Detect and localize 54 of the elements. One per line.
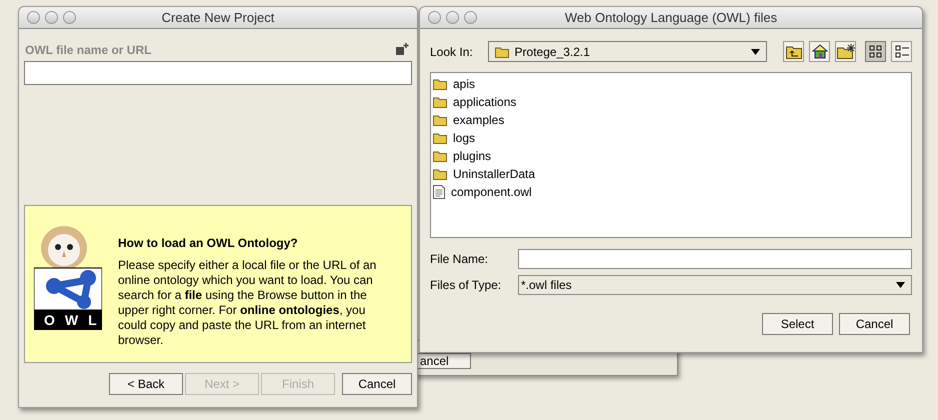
toolbar-button[interactable] <box>891 41 912 62</box>
details-view-icon <box>894 44 908 58</box>
folder-icon <box>494 46 509 58</box>
new-folder-icon <box>836 44 854 59</box>
window-control[interactable] <box>27 11 40 24</box>
url-field[interactable] <box>24 61 412 85</box>
help-heading: How to load an OWL Ontology? <box>118 235 299 252</box>
field-label: OWL file name or URL <box>25 42 152 59</box>
toolbar-button[interactable] <box>809 41 830 62</box>
file-name-field[interactable] <box>518 249 912 269</box>
file-item[interactable]: UninstallerData <box>433 165 911 183</box>
file-item[interactable]: apis <box>433 75 911 93</box>
partly-hidden-button[interactable]: ancel <box>417 353 471 369</box>
help-text: Please specify either a local file or the URL of an online ontology which you want to load. You can search for a file using the Browse button in the upper right corner. For online ontologies, you could copy and paste the URL from an internet browser. <box>118 258 378 348</box>
toolbar-button[interactable] <box>783 41 804 62</box>
document-icon <box>433 185 445 199</box>
file-item[interactable]: logs <box>433 129 911 147</box>
file-name-label: File Name: <box>430 251 490 268</box>
folder-icon <box>433 96 447 108</box>
window-control[interactable] <box>45 11 58 24</box>
file-item[interactable]: component.owl <box>433 183 911 201</box>
wizard-button[interactable]: Cancel <box>342 373 412 395</box>
folder-icon <box>433 114 447 126</box>
window-title: Web Ontology Language (OWL) files <box>564 8 778 27</box>
browse-icon[interactable] <box>395 43 409 57</box>
folder-icon <box>433 150 447 162</box>
file-type-dropdown[interactable]: *.owl files <box>518 275 912 295</box>
file-type-label: Files of Type: <box>430 277 502 294</box>
dropdown-arrow-icon <box>896 282 905 288</box>
window-title: Create New Project <box>162 8 274 27</box>
dropdown-arrow-icon <box>751 48 760 54</box>
window-control[interactable] <box>428 11 441 24</box>
window-control[interactable] <box>63 11 76 24</box>
wizard-button[interactable]: < Back <box>109 373 183 395</box>
file-type-value: *.owl files <box>521 277 573 294</box>
dialog-button[interactable]: Select <box>762 313 833 335</box>
folder-icon <box>433 132 447 144</box>
look-in-dropdown[interactable]: Protege_3.2.1 <box>488 41 767 62</box>
look-in-label: Look In: <box>430 44 474 60</box>
file-item[interactable]: examples <box>433 111 911 129</box>
look-in-value: Protege_3.2.1 <box>514 44 591 60</box>
folder-up-icon <box>786 44 802 58</box>
home-icon <box>812 44 828 59</box>
dialog-button[interactable]: Cancel <box>839 313 910 335</box>
folder-icon <box>433 78 447 90</box>
logo-text: OWL <box>34 310 102 330</box>
list-view-icon <box>868 44 882 58</box>
file-item[interactable]: applications <box>433 93 911 111</box>
file-item[interactable]: plugins <box>433 147 911 165</box>
folder-icon <box>433 168 447 180</box>
toolbar-button[interactable] <box>835 41 856 62</box>
window-control[interactable] <box>446 11 459 24</box>
toolbar-button[interactable] <box>865 41 886 62</box>
window-control[interactable] <box>464 11 477 24</box>
